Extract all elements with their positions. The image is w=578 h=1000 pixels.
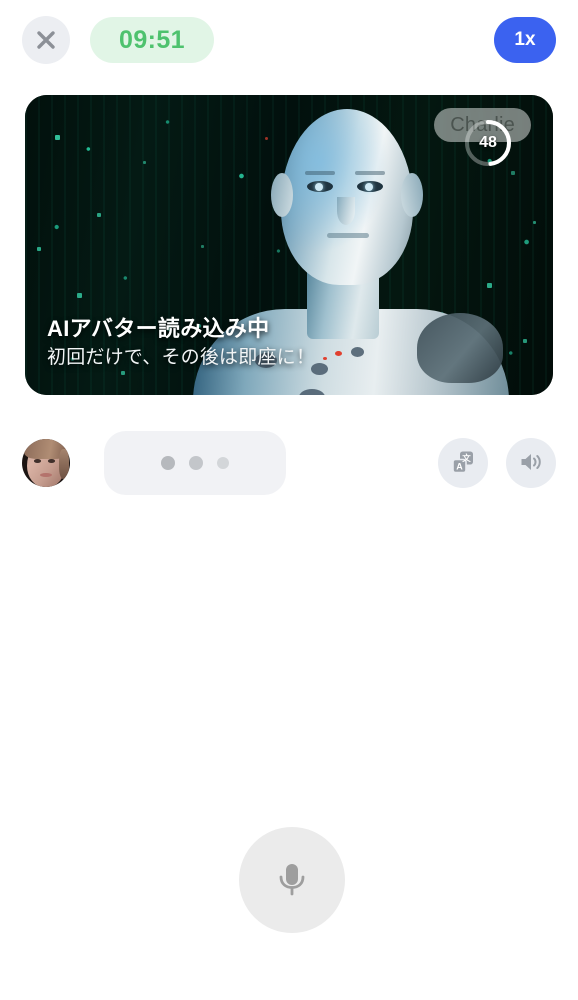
- loading-progress-ring: 48: [462, 117, 514, 169]
- typing-indicator-bubble: [104, 431, 286, 495]
- call-timer: 09:51: [90, 17, 214, 63]
- call-screen: 09:51 1x AIアバター読み込み中 初回だけで、その後は即座に！ Char…: [0, 0, 578, 1000]
- microphone-button[interactable]: [239, 827, 345, 933]
- speaker-button[interactable]: [506, 438, 556, 488]
- svg-text:A: A: [456, 461, 463, 471]
- typing-dot-3: [217, 457, 229, 469]
- loading-progress-value: 48: [479, 134, 497, 151]
- chat-actions: 文 A: [438, 438, 556, 488]
- close-icon: [35, 29, 57, 51]
- ai-avatar-figure: [193, 101, 509, 395]
- avatar: [22, 439, 70, 487]
- close-button[interactable]: [22, 16, 70, 64]
- playback-speed-button[interactable]: 1x: [494, 17, 556, 63]
- typing-dot-2: [189, 456, 203, 470]
- top-bar: 09:51 1x: [0, 0, 578, 80]
- svg-text:文: 文: [462, 453, 471, 463]
- translate-button[interactable]: 文 A: [438, 438, 488, 488]
- chat-row: 文 A: [0, 428, 578, 498]
- translate-icon: 文 A: [450, 449, 476, 478]
- playback-speed-label: 1x: [514, 29, 536, 50]
- speaker-icon: [518, 449, 544, 478]
- call-timer-value: 09:51: [119, 25, 185, 54]
- typing-dot-1: [161, 456, 175, 470]
- microphone-icon: [269, 856, 315, 905]
- avatar-video-card[interactable]: AIアバター読み込み中 初回だけで、その後は即座に！ Charlie 48: [25, 95, 553, 395]
